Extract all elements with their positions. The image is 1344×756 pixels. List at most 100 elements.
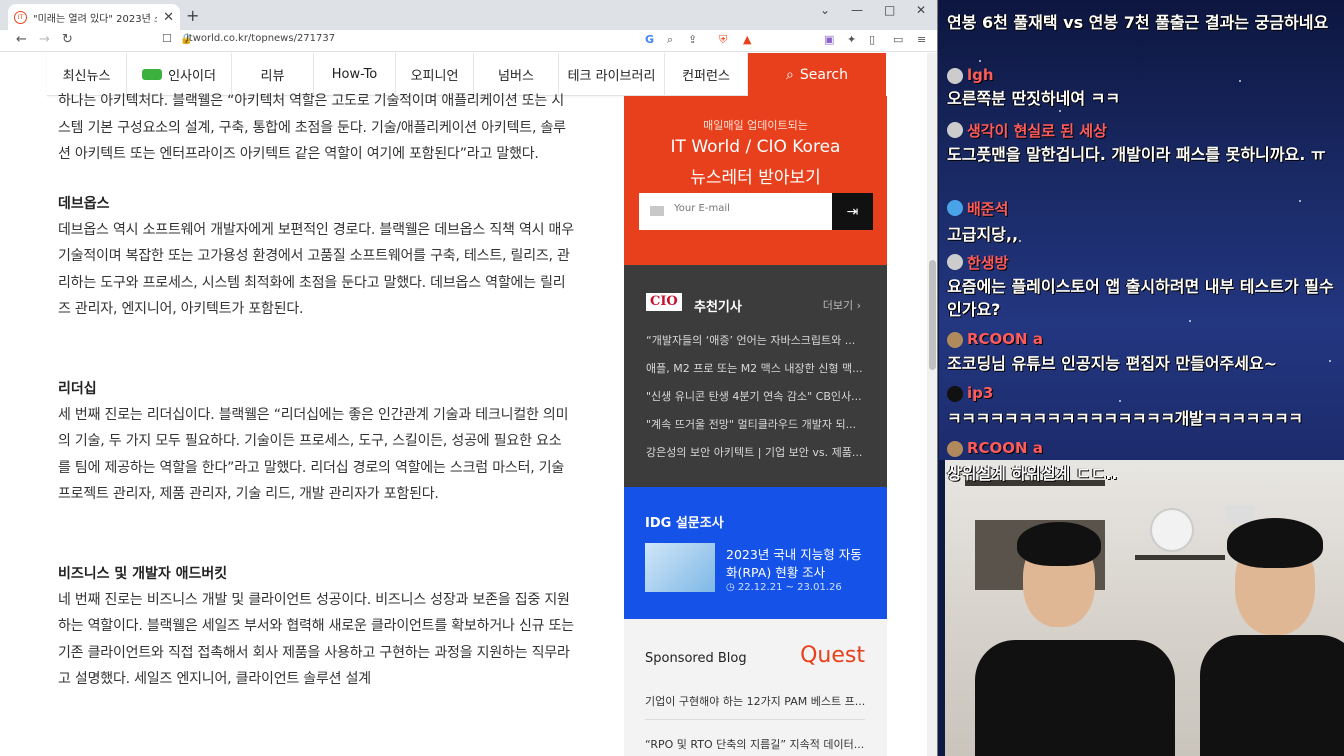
sponsored-item[interactable]: 기업이 구현해야 하는 12가지 PAM 베스트 프... xyxy=(645,693,865,709)
newsletter-box: 매일매일 업데이트되는 IT World / CIO Korea 뉴스레터 받아… xyxy=(624,96,887,265)
menu-icon[interactable]: ≡ xyxy=(917,33,926,46)
nav-insider-label: 인사이더 xyxy=(168,69,216,84)
survey-date-text: 22.12.21 ~ 23.01.26 xyxy=(737,582,842,593)
newsletter-title: IT World / CIO Korea xyxy=(670,137,841,157)
share-icon[interactable]: ⇪ xyxy=(688,33,697,46)
brave-rewards-icon[interactable]: ▲ xyxy=(743,33,751,46)
avatar xyxy=(947,254,963,270)
survey-thumbnail xyxy=(645,543,715,592)
new-tab-button[interactable]: + xyxy=(186,6,199,25)
extensions-puzzle-icon[interactable]: ✦ xyxy=(847,33,856,46)
tab-title: "미래는 열려 있다" 2023년 소프트 xyxy=(33,13,157,25)
email-input[interactable] xyxy=(674,203,824,214)
survey-title: IDG 설문조사 xyxy=(645,516,724,531)
divider xyxy=(645,719,865,720)
avatar xyxy=(947,200,963,216)
idg-survey-box[interactable]: IDG 설문조사 2023년 국내 지능형 자동 화(RPA) 현황 조사 ◷ … xyxy=(624,487,887,619)
minimize-button[interactable]: — xyxy=(851,3,863,17)
arrow-right-icon: ⇥ xyxy=(846,203,859,220)
google-icon[interactable]: G xyxy=(645,33,654,46)
newsletter-title-sub: 뉴스레터 받아보기 xyxy=(690,168,821,188)
more-link[interactable]: 더보기 › xyxy=(823,297,861,313)
tab-list-icon[interactable]: ⌄ xyxy=(820,3,830,17)
chat-message: 오른쪽분 딴짓하네여 ㅋㅋ xyxy=(947,89,1121,108)
chat-message: 연봉 6천 풀재택 vs 연봉 7천 풀출근 결과는 궁금하네요 xyxy=(947,13,1329,32)
shelf xyxy=(1135,555,1225,560)
avatar xyxy=(947,122,963,138)
cio-logo: CIO xyxy=(646,293,682,311)
chat-username: RCOON a xyxy=(967,330,1043,348)
sidebar-icon[interactable]: ▯ xyxy=(869,33,875,46)
nav-conference[interactable]: 컨퍼런스 xyxy=(665,53,748,96)
recommended-item[interactable]: "계속 뜨거울 전망" 멀티클라우드 개발자 되... xyxy=(646,416,864,432)
newsletter-form: ⇥ xyxy=(639,193,873,230)
chat-username: 배준석 xyxy=(967,200,1009,218)
survey-date: ◷ 22.12.21 ~ 23.01.26 xyxy=(726,582,842,593)
hair xyxy=(1017,522,1101,566)
avatar xyxy=(947,386,963,402)
tab-close-icon[interactable]: ✕ xyxy=(163,10,174,25)
url-field[interactable]: itworld.co.kr/topnews/271737 xyxy=(186,33,335,44)
brave-shield-icon[interactable]: ⛨ xyxy=(719,33,727,47)
zoom-icon[interactable]: ⌕ xyxy=(667,33,673,47)
browser-window: IT "미래는 열려 있다" 2023년 소프트 ✕ + ⌄ — □ ✕ ← →… xyxy=(0,0,938,756)
section-heading-business: 비즈니스 및 개발자 애드버킷 xyxy=(58,565,228,582)
back-icon[interactable]: ← xyxy=(16,32,27,47)
bookmark-icon[interactable]: ☐ xyxy=(162,32,172,45)
extension-m-icon[interactable]: ▣ xyxy=(824,33,834,46)
stream-chat-overlay: 연봉 6천 풀재택 vs 연봉 7천 풀출근 결과는 궁금하네요 lgh 오른쪽… xyxy=(939,0,1344,460)
chat-message: 도그풋맨을 말한겁니다. 개발이라 패스를 못하니까요. ㅠ xyxy=(947,145,1326,164)
recommended-title: 추천기사 xyxy=(694,300,742,315)
scrollbar-thumb[interactable] xyxy=(929,260,936,370)
recommended-item[interactable]: “개발자들의 ‘애증’ 언어는 자바스크립트와 ... xyxy=(646,332,864,348)
hair xyxy=(1227,518,1323,568)
close-button[interactable]: ✕ xyxy=(916,3,926,17)
recommended-item[interactable]: 애플, M2 프로 또는 M2 맥스 내장한 신형 맥... xyxy=(646,360,864,376)
webcam-view xyxy=(945,460,1344,756)
article-paragraph: 세 번째 진로는 리더십이다. 블랙웰은 “리더십에는 좋은 인간관계 기술과 … xyxy=(58,406,569,503)
chat-message: ㅋㅋㅋㅋㅋㅋㅋㅋㅋㅋㅋㅋㅋㅋㅋㅋ개발ㅋㅋㅋㅋㅋㅋㅋ xyxy=(947,409,1303,428)
forward-icon[interactable]: → xyxy=(39,32,50,47)
wall-logo xyxy=(1150,508,1194,552)
person-left xyxy=(975,640,1175,756)
search-label: Search xyxy=(799,66,848,83)
browser-tab[interactable]: IT "미래는 열려 있다" 2023년 소프트 ✕ xyxy=(8,4,180,30)
article-paragraph: 데브옵스 역시 소프트웨어 개발자에게 보편적인 경로다. 블랙웰은 데브옵스 … xyxy=(58,221,574,318)
recommended-item[interactable]: "신생 유니콘 탄생 4분기 연속 감소" CB인사... xyxy=(646,388,864,404)
section-heading-devops: 데브옵스 xyxy=(58,195,110,212)
sponsored-item[interactable]: “RPO 및 RTO 단축의 지름길” 지속적 데이터... xyxy=(645,736,865,752)
itworld-favicon-icon: IT xyxy=(14,10,27,24)
avatar xyxy=(947,441,963,457)
nav-tech-library[interactable]: 테크 라이브러리 xyxy=(559,53,665,96)
envelope-icon xyxy=(650,206,664,216)
chat-message: 고급지당,, xyxy=(947,225,1019,244)
article-paragraph: 하나는 아키텍처다. 블랙웰은 “아키텍처 역할은 고도로 기술적이며 애플리케… xyxy=(58,93,566,162)
chat-username: ip3 xyxy=(967,384,994,402)
avatar xyxy=(947,332,963,348)
wallet-icon[interactable]: ▭ xyxy=(893,33,903,46)
insider-badge-icon xyxy=(142,69,163,80)
survey-headline: 2023년 국내 지능형 자동 xyxy=(726,547,862,562)
newsletter-subtitle: 매일매일 업데이트되는 xyxy=(703,119,808,132)
recommended-item[interactable]: 강은성의 보안 아키텍트 | 기업 보안 vs. 제품... xyxy=(646,444,864,460)
section-heading-leadership: 리더십 xyxy=(58,380,97,397)
subscribe-button[interactable]: ⇥ xyxy=(832,193,873,230)
page-scrollbar[interactable] xyxy=(927,53,937,756)
maximize-button[interactable]: □ xyxy=(884,3,895,17)
tab-strip: IT "미래는 열려 있다" 2023년 소프트 ✕ + ⌄ — □ ✕ xyxy=(0,0,937,30)
person-right xyxy=(1200,635,1344,756)
article-paragraph: 네 번째 진로는 비즈니스 개발 및 클라이언트 성공이다. 비즈니스 성장과 … xyxy=(58,591,574,688)
address-bar-row: ← → ↻ ☐ 🔒 itworld.co.kr/topnews/271737 G… xyxy=(0,30,937,52)
chat-username: 생각이 현실로 된 세상 xyxy=(967,122,1107,140)
quest-logo: Quest xyxy=(800,643,865,668)
article-body: 하나는 아키텍처다. 블랙웰은 “아키텍처 역할은 고도로 기술적이며 애플리케… xyxy=(58,93,574,693)
chat-username: 한생방 xyxy=(967,254,1009,272)
search-button[interactable]: ⌕ Search xyxy=(748,53,886,96)
recommended-articles: CIO 추천기사 더보기 › “개발자들의 ‘애증’ 언어는 자바스크립트와 .… xyxy=(624,265,887,487)
chat-message: 요즘에는 플레이스토어 앱 출시하려면 내부 테스트가 필수인가요? xyxy=(947,277,1334,319)
reload-icon[interactable]: ↻ xyxy=(62,32,73,47)
avatar xyxy=(947,68,963,84)
chat-username: RCOON a xyxy=(967,439,1043,457)
clock-icon: ◷ xyxy=(726,582,738,593)
chat-message: 조코딩님 유튜브 인공지능 편집자 만들어주세요~ xyxy=(947,354,1278,373)
